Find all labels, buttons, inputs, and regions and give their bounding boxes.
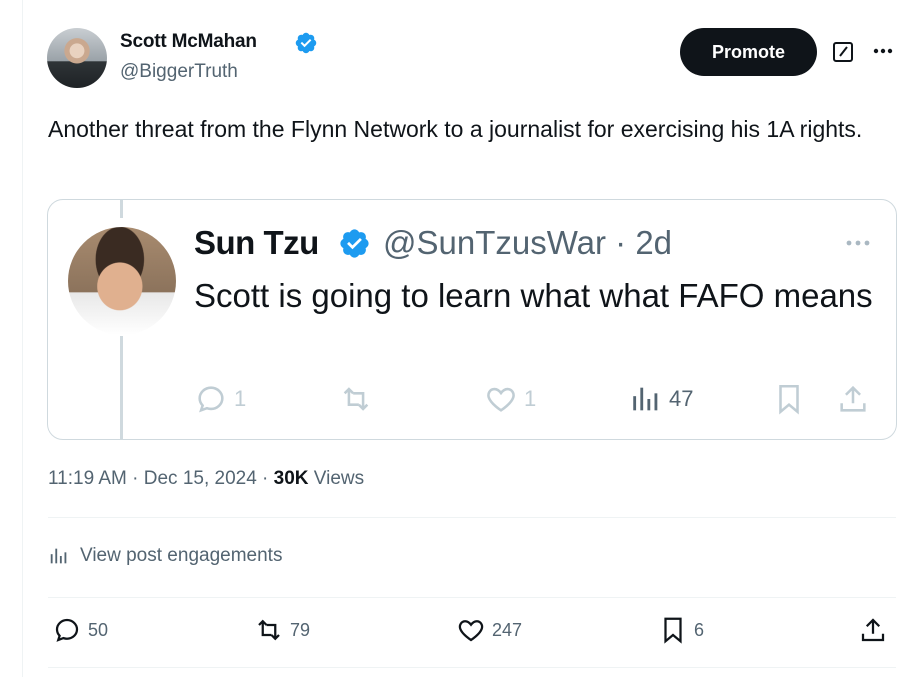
- thread-line: [120, 200, 123, 218]
- author-handle[interactable]: @BiggerTruth: [120, 61, 238, 83]
- view-engagements-label: View post engagements: [80, 545, 283, 566]
- views-icon: [633, 387, 658, 411]
- more-icon[interactable]: [841, 230, 875, 256]
- thread-line: [120, 336, 123, 439]
- verified-badge-icon: [340, 229, 369, 258]
- like-button[interactable]: 247: [456, 615, 522, 645]
- quoted-bookmark[interactable]: [772, 382, 806, 416]
- quoted-share[interactable]: [836, 382, 870, 416]
- bookmark-button[interactable]: 6: [658, 615, 704, 645]
- more-icon[interactable]: [870, 38, 896, 64]
- repost-count: 79: [290, 619, 311, 640]
- repost-icon: [343, 387, 369, 411]
- share-icon: [861, 618, 885, 642]
- author-name[interactable]: Scott McMahan: [120, 31, 257, 53]
- bookmark-icon: [779, 384, 799, 415]
- quoted-repost[interactable]: [339, 382, 373, 416]
- quoted-view-count: 47: [669, 386, 694, 411]
- quoted-post-text: Scott is going to learn what what FAFO m…: [194, 277, 873, 314]
- repost-button[interactable]: 79: [254, 615, 310, 645]
- repost-icon: [258, 619, 280, 641]
- timeline-border: [22, 0, 23, 677]
- quoted-like-count: 1: [524, 386, 537, 411]
- quoted-post-card[interactable]: Sun Tzu @SunTzusWar · 2d Scott is going …: [47, 199, 897, 440]
- view-count: 30K: [273, 468, 309, 489]
- post-meta: 11:19 AM · Dec 15, 2024 · 30K Views: [48, 468, 364, 490]
- quoted-action-bar: 1 1 47: [194, 382, 874, 418]
- divider: [48, 667, 896, 668]
- bookmark-icon: [664, 617, 682, 644]
- tweet-text: Another threat from the Flynn Network to…: [48, 116, 863, 142]
- divider: [48, 597, 896, 598]
- verified-badge-icon: [295, 32, 317, 54]
- reply-icon: [198, 386, 224, 413]
- views-icon: [50, 548, 67, 564]
- post-action-bar: 50 79 247 6: [48, 615, 896, 653]
- promote-button[interactable]: Promote: [680, 28, 817, 76]
- quoted-author-avatar[interactable]: [68, 227, 176, 335]
- quoted-like[interactable]: 1: [484, 382, 536, 416]
- share-button[interactable]: [858, 615, 888, 645]
- quoted-views[interactable]: 47: [629, 382, 693, 416]
- author-avatar[interactable]: [47, 28, 107, 88]
- quoted-reply-count: 1: [234, 386, 247, 411]
- view-engagements-link[interactable]: View post engagements: [48, 545, 282, 567]
- reply-button[interactable]: 50: [52, 615, 108, 645]
- post-timestamp[interactable]: 11:19 AM · Dec 15, 2024 ·: [48, 468, 274, 489]
- bookmark-count: 6: [694, 619, 705, 640]
- divider: [48, 517, 896, 518]
- quoted-handle-time[interactable]: @SunTzusWar · 2d: [383, 224, 672, 262]
- views-label: Views: [308, 468, 365, 489]
- quoted-author-name[interactable]: Sun Tzu: [194, 224, 319, 262]
- reply-count: 50: [88, 619, 109, 640]
- like-icon: [458, 620, 484, 642]
- like-count: 247: [492, 619, 523, 640]
- like-icon: [487, 387, 515, 412]
- reply-icon: [55, 618, 79, 642]
- share-icon: [840, 385, 866, 412]
- edit-icon[interactable]: [831, 40, 855, 64]
- quoted-reply[interactable]: 1: [194, 382, 246, 416]
